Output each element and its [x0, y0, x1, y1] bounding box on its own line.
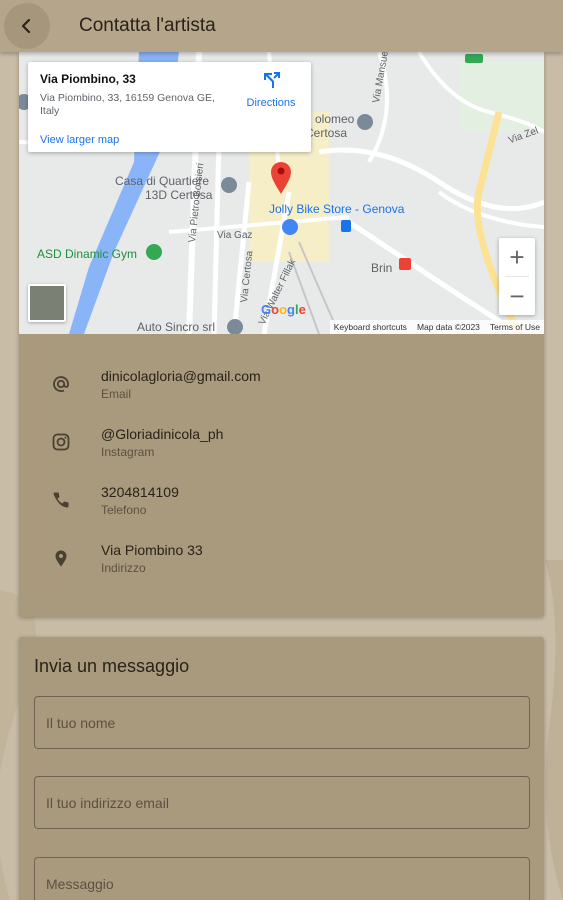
zoom-in-button[interactable]: +	[499, 238, 535, 276]
zoom-control: + −	[499, 238, 535, 315]
back-button[interactable]	[4, 3, 50, 49]
email-label: Email	[101, 387, 132, 401]
email-input[interactable]	[34, 776, 530, 829]
map-info-address: Via Piombino, 33, 16159 Genova GE, Italy	[40, 92, 215, 117]
message-input[interactable]	[34, 857, 530, 900]
terms-link[interactable]: Terms of Use	[490, 322, 540, 332]
map-place-label: olomeo	[315, 112, 355, 126]
map-data-text: Map data ©2023	[416, 322, 480, 332]
contact-row-email[interactable]: dinicolagloria@gmail.com Email	[19, 368, 544, 408]
embedded-map[interactable]: Casa di Quartiere 13D Certosa olomeo Cer…	[19, 52, 544, 334]
contact-row-address[interactable]: Via Piombino 33 Indirizzo	[19, 542, 544, 582]
message-form-card: Invia un messaggio	[19, 637, 544, 900]
phone-value: 3204814109	[101, 484, 179, 500]
map-info-box: Via Piombino, 33 Via Piombino, 33, 16159…	[28, 62, 311, 152]
instagram-value: @Gloriadinicola_ph	[101, 426, 224, 442]
form-title: Invia un messaggio	[34, 656, 190, 676]
page-title: Contatta l'artista	[79, 15, 216, 36]
map-place-label: Jolly Bike Store - Genova	[269, 202, 405, 216]
app-bar: Contatta l'artista	[0, 0, 563, 52]
map-place-label: Auto Sincro srl	[137, 320, 216, 334]
phone-label: Telefono	[101, 503, 147, 517]
instagram-icon	[50, 431, 72, 453]
map-place-label: Brin	[371, 261, 393, 275]
name-input[interactable]	[34, 696, 530, 749]
phone-icon	[50, 489, 72, 511]
instagram-label: Instagram	[101, 445, 155, 459]
map-footer: Keyboard shortcuts Map data ©2023 Terms …	[329, 320, 544, 334]
google-logo: Google	[261, 302, 306, 317]
zoom-out-button[interactable]: −	[499, 277, 535, 315]
contact-card: Casa di Quartiere 13D Certosa olomeo Cer…	[19, 52, 544, 617]
at-icon	[50, 373, 72, 395]
contact-row-phone[interactable]: 3204814109 Telefono	[19, 484, 544, 524]
map-type-toggle[interactable]	[28, 284, 66, 322]
directions-label: Directions	[246, 97, 296, 109]
map-place-label: Certosa	[305, 126, 348, 140]
map-info-title: Via Piombino, 33	[40, 72, 136, 86]
view-larger-map-link[interactable]: View larger map	[40, 134, 119, 146]
location-pin-icon	[50, 547, 72, 569]
map-road-label: Via Gaz	[217, 230, 253, 241]
address-value: Via Piombino 33	[101, 542, 203, 558]
contact-row-instagram[interactable]: @Gloriadinicola_ph Instagram	[19, 426, 544, 466]
directions-icon	[264, 72, 280, 88]
directions-button[interactable]: Directions	[240, 70, 302, 109]
back-arrow-icon	[21, 18, 31, 34]
address-label: Indirizzo	[101, 561, 146, 575]
keyboard-shortcuts-link[interactable]: Keyboard shortcuts	[334, 322, 407, 332]
email-value: dinicolagloria@gmail.com	[101, 368, 261, 384]
map-place-label: ASD Dinamic Gym	[37, 247, 138, 261]
